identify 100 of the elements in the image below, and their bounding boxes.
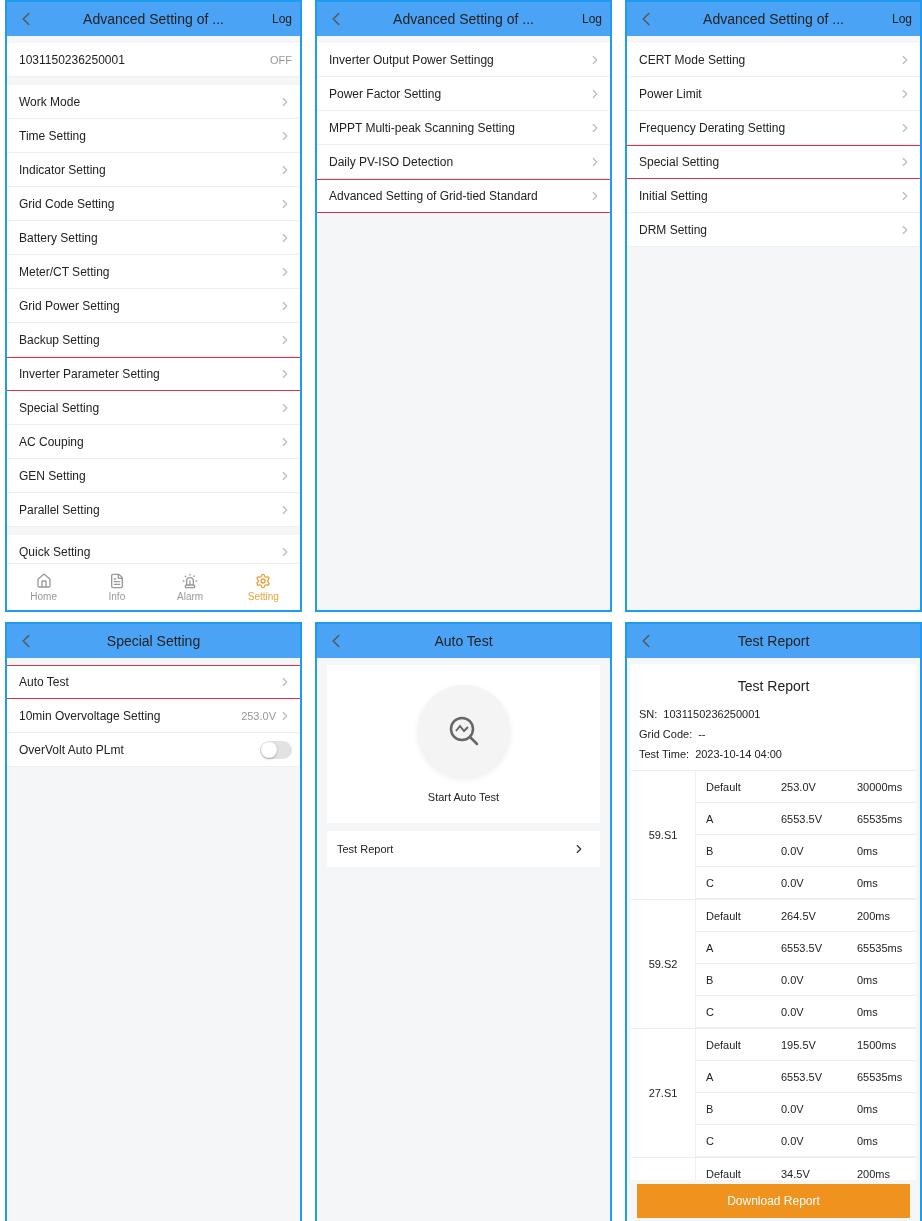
row-label: Inverter Parameter Setting (19, 367, 160, 381)
row-label: Backup Setting (19, 333, 100, 347)
row-label: DRM Setting (639, 223, 708, 237)
table-cell-text: C (706, 1005, 715, 1018)
info-value: 2023-10-14 04:00 (695, 748, 782, 760)
row-label: Quick Setting (19, 545, 91, 559)
info-label: Grid Code: (639, 728, 693, 740)
table-cell-text: 0ms (857, 1005, 879, 1018)
row-label: Frequency Derating Setting (639, 121, 786, 135)
table-cell-text: Default (706, 1167, 742, 1180)
row-label: Parallel Setting (19, 503, 100, 517)
table-cell-text: Default (706, 780, 742, 793)
table-cell-text: 6553.5V (781, 812, 823, 825)
row-label: Power Factor Setting (329, 87, 442, 101)
table-cell-text: 0.0V (781, 973, 805, 986)
table-cell-text: 1500ms (857, 1038, 898, 1051)
info-value: -- (698, 728, 706, 740)
report-heading: Test Report (736, 677, 811, 696)
table-cell-text: A (706, 941, 715, 954)
table-cell-text: 195.5V (781, 1038, 817, 1051)
table-cell-text: 200ms (857, 909, 892, 922)
row-label: Inverter Output Power Settingg (329, 53, 494, 67)
table-cell-text: 0.0V (781, 1102, 805, 1115)
table-cell-text: 200ms (857, 1167, 892, 1180)
table-cell-text: 0.0V (781, 1134, 805, 1147)
row-label: Meter/CT Setting (19, 265, 110, 279)
table-cell-text: 6553.5V (781, 1070, 823, 1083)
table-cell-text: A (706, 812, 715, 825)
row-label: CERT Mode Setting (639, 53, 746, 67)
log-button[interactable]: Log (581, 12, 610, 26)
row-label: Grid Code Setting (19, 197, 115, 211)
table-cell-text: B (706, 1102, 715, 1115)
screen-title: Auto Test (433, 633, 494, 649)
info-label: SN: (639, 708, 658, 720)
screen-title: Advanced Setting of ... (702, 11, 845, 27)
log-button[interactable]: Log (271, 12, 300, 26)
row-label: Initial Setting (639, 189, 708, 203)
menu-row[interactable]: Auto Test (7, 665, 300, 699)
row-label: Special Setting (19, 401, 100, 415)
table-cell-text: 0.0V (781, 1005, 805, 1018)
table-cell-text: 34.5V (781, 1167, 811, 1180)
row-label: Work Mode (19, 95, 81, 109)
table-cell-text: A (706, 1070, 715, 1083)
table-cell-text: 0ms (857, 1134, 879, 1147)
setting-value: 253.0V (241, 710, 276, 722)
row-label: Auto Test (19, 675, 69, 689)
menu-row[interactable]: Inverter Parameter Setting (7, 357, 300, 391)
screen-title: Advanced Setting of ... (392, 11, 535, 27)
table-cell-text: C (706, 876, 715, 889)
table-cell-text: 30000ms (857, 780, 904, 793)
table-cell-text: 0ms (857, 876, 879, 889)
table-cell: 59.S2 (631, 900, 696, 1028)
row-label: OverVolt Auto PLmt (19, 743, 124, 757)
row-label: AC Couping (19, 435, 84, 449)
menu-row[interactable]: Advanced Setting of Grid-tied Standard (317, 179, 610, 213)
table-cell-text: 0ms (857, 973, 879, 986)
start-label: Start Auto Test (427, 791, 500, 803)
screen-title: Special Setting (105, 633, 202, 649)
table-cell-text: 65535ms (857, 812, 904, 825)
row-label: MPPT Multi-peak Scanning Setting (329, 121, 515, 135)
screen-title: Advanced Setting of ... (82, 11, 225, 27)
table-cell-text: 264.5V (781, 909, 817, 922)
table-cell-text: 253.0V (781, 780, 817, 793)
table-cell-text: 0ms (857, 844, 879, 857)
row-label: Power Limit (639, 87, 702, 101)
row-label: Time Setting (19, 129, 86, 143)
siren-icon (182, 572, 199, 589)
toggle-switch[interactable] (260, 741, 292, 759)
row-label: Advanced Setting of Grid-tied Standard (329, 189, 538, 203)
row-label: 10min Overvoltage Setting (19, 709, 161, 723)
row-label: 1031150236250001 (19, 53, 125, 67)
row-label: Special Setting (639, 155, 720, 169)
table-cell-text: 0ms (857, 1102, 879, 1115)
row-label: Battery Setting (19, 231, 98, 245)
table-cell-text: 0.0V (781, 844, 805, 857)
table-cell: 27.S1 (631, 1029, 696, 1157)
row-label: Indicator Setting (19, 163, 106, 177)
row-label: GEN Setting (19, 469, 86, 483)
info-label: Test Time: (639, 748, 690, 760)
row-label: Daily PV-ISO Detection (329, 155, 454, 169)
table-cell-text: Default (706, 909, 742, 922)
screen-title: Test Report (736, 633, 811, 649)
table-cell-text: 65535ms (857, 1070, 904, 1083)
status-value: OFF (270, 54, 292, 66)
table-cell-text: 6553.5V (781, 941, 823, 954)
table-cell-text: 0.0V (781, 876, 805, 889)
log-button[interactable]: Log (891, 12, 920, 26)
table-cell-text: B (706, 973, 715, 986)
table-cell-text: C (706, 1134, 715, 1147)
menu-row[interactable]: Special Setting (627, 145, 920, 179)
test-report-link[interactable]: Test Report (327, 831, 600, 867)
table-cell: 59.S1 (631, 771, 696, 899)
table-cell-text: B (706, 844, 715, 857)
table-cell-text: 65535ms (857, 941, 904, 954)
home-icon (35, 572, 52, 589)
table-cell-text: Default (706, 1038, 742, 1051)
settings-icon (255, 572, 272, 589)
document-icon (108, 572, 125, 589)
row-label: Grid Power Setting (19, 299, 120, 313)
info-value: 1031150236250001 (663, 708, 761, 720)
